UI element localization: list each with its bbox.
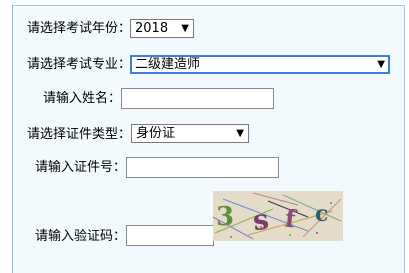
- id-number-input[interactable]: [126, 157, 279, 178]
- id-type-select[interactable]: 身份证 ▼: [131, 124, 249, 143]
- captcha-label: 请输入验证码：: [35, 229, 127, 244]
- captcha-char-4: c: [315, 201, 328, 227]
- year-select[interactable]: 2018 ▼: [130, 19, 194, 38]
- major-label: 请选择考试专业：: [27, 57, 132, 72]
- id-type-label: 请选择证件类型：: [27, 127, 132, 142]
- captcha-image[interactable]: 3 s f c: [212, 191, 343, 241]
- chevron-down-icon: ▼: [181, 23, 189, 34]
- chevron-down-icon: ▼: [236, 128, 244, 139]
- id-number-label: 请输入证件号：: [35, 160, 127, 175]
- name-input[interactable]: [121, 88, 274, 109]
- captcha-char-1: 3: [216, 202, 234, 232]
- captcha-input[interactable]: [126, 225, 214, 246]
- id-type-select-value: 身份证: [136, 126, 176, 141]
- major-select-value: 二级建造师: [135, 57, 201, 72]
- year-select-value: 2018: [135, 21, 169, 36]
- captcha-graphic: 3 s f c: [212, 191, 343, 241]
- chevron-down-icon: ▼: [377, 59, 385, 70]
- major-select[interactable]: 二级建造师 ▼: [130, 55, 390, 74]
- year-label: 请选择考试年份：: [27, 21, 132, 36]
- name-label: 请输入姓名：: [43, 91, 122, 106]
